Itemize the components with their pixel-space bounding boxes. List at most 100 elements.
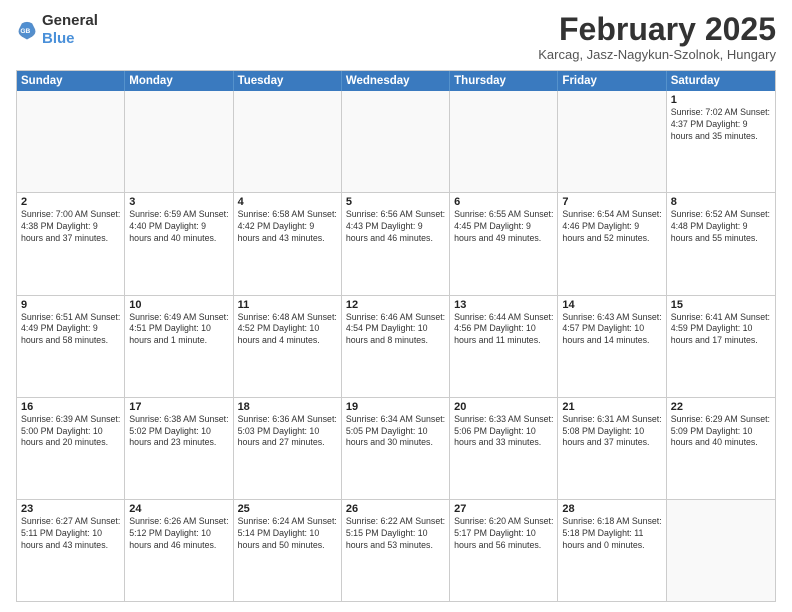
logo-blue: Blue <box>42 30 75 47</box>
day-number: 23 <box>21 503 120 515</box>
day-cell-12: 12Sunrise: 6:46 AM Sunset: 4:54 PM Dayli… <box>342 296 450 397</box>
day-info: Sunrise: 6:20 AM Sunset: 5:17 PM Dayligh… <box>454 516 553 552</box>
day-number: 19 <box>346 401 445 413</box>
day-info: Sunrise: 6:51 AM Sunset: 4:49 PM Dayligh… <box>21 312 120 348</box>
day-info: Sunrise: 6:41 AM Sunset: 4:59 PM Dayligh… <box>671 312 771 348</box>
day-info: Sunrise: 6:48 AM Sunset: 4:52 PM Dayligh… <box>238 312 337 348</box>
day-info: Sunrise: 6:44 AM Sunset: 4:56 PM Dayligh… <box>454 312 553 348</box>
calendar-header: SundayMondayTuesdayWednesdayThursdayFrid… <box>17 71 775 91</box>
day-number: 14 <box>562 299 661 311</box>
day-info: Sunrise: 6:27 AM Sunset: 5:11 PM Dayligh… <box>21 516 120 552</box>
day-number: 11 <box>238 299 337 311</box>
day-info: Sunrise: 6:31 AM Sunset: 5:08 PM Dayligh… <box>562 414 661 450</box>
empty-cell-0-1 <box>125 91 233 192</box>
day-cell-18: 18Sunrise: 6:36 AM Sunset: 5:03 PM Dayli… <box>234 398 342 499</box>
calendar-body: 1Sunrise: 7:02 AM Sunset: 4:37 PM Daylig… <box>17 91 775 601</box>
logo: GB General Blue <box>16 12 98 48</box>
day-info: Sunrise: 6:43 AM Sunset: 4:57 PM Dayligh… <box>562 312 661 348</box>
calendar: SundayMondayTuesdayWednesdayThursdayFrid… <box>16 70 776 602</box>
empty-cell-0-4 <box>450 91 558 192</box>
calendar-row-4: 16Sunrise: 6:39 AM Sunset: 5:00 PM Dayli… <box>17 397 775 499</box>
location: Karcag, Jasz-Nagykun-Szolnok, Hungary <box>538 47 776 62</box>
day-number: 13 <box>454 299 553 311</box>
day-cell-13: 13Sunrise: 6:44 AM Sunset: 4:56 PM Dayli… <box>450 296 558 397</box>
day-info: Sunrise: 6:38 AM Sunset: 5:02 PM Dayligh… <box>129 414 228 450</box>
logo-text: General Blue <box>42 12 98 48</box>
header-day-wednesday: Wednesday <box>342 71 450 91</box>
day-cell-24: 24Sunrise: 6:26 AM Sunset: 5:12 PM Dayli… <box>125 500 233 601</box>
logo-general: General <box>42 12 98 29</box>
day-info: Sunrise: 6:24 AM Sunset: 5:14 PM Dayligh… <box>238 516 337 552</box>
day-number: 17 <box>129 401 228 413</box>
empty-cell-0-5 <box>558 91 666 192</box>
calendar-row-2: 2Sunrise: 7:00 AM Sunset: 4:38 PM Daylig… <box>17 192 775 294</box>
header-day-thursday: Thursday <box>450 71 558 91</box>
day-info: Sunrise: 6:46 AM Sunset: 4:54 PM Dayligh… <box>346 312 445 348</box>
title-block: February 2025 Karcag, Jasz-Nagykun-Szoln… <box>538 12 776 62</box>
day-info: Sunrise: 7:02 AM Sunset: 4:37 PM Dayligh… <box>671 107 771 143</box>
day-info: Sunrise: 6:39 AM Sunset: 5:00 PM Dayligh… <box>21 414 120 450</box>
day-info: Sunrise: 6:36 AM Sunset: 5:03 PM Dayligh… <box>238 414 337 450</box>
day-number: 4 <box>238 196 337 208</box>
day-cell-22: 22Sunrise: 6:29 AM Sunset: 5:09 PM Dayli… <box>667 398 775 499</box>
day-number: 7 <box>562 196 661 208</box>
day-cell-4: 4Sunrise: 6:58 AM Sunset: 4:42 PM Daylig… <box>234 193 342 294</box>
day-info: Sunrise: 6:26 AM Sunset: 5:12 PM Dayligh… <box>129 516 228 552</box>
day-number: 20 <box>454 401 553 413</box>
day-cell-16: 16Sunrise: 6:39 AM Sunset: 5:00 PM Dayli… <box>17 398 125 499</box>
day-number: 21 <box>562 401 661 413</box>
day-cell-3: 3Sunrise: 6:59 AM Sunset: 4:40 PM Daylig… <box>125 193 233 294</box>
day-number: 26 <box>346 503 445 515</box>
calendar-row-1: 1Sunrise: 7:02 AM Sunset: 4:37 PM Daylig… <box>17 91 775 192</box>
day-cell-11: 11Sunrise: 6:48 AM Sunset: 4:52 PM Dayli… <box>234 296 342 397</box>
logo-icon: GB <box>16 19 38 41</box>
day-info: Sunrise: 6:59 AM Sunset: 4:40 PM Dayligh… <box>129 209 228 245</box>
day-number: 2 <box>21 196 120 208</box>
day-info: Sunrise: 6:54 AM Sunset: 4:46 PM Dayligh… <box>562 209 661 245</box>
day-number: 15 <box>671 299 771 311</box>
empty-cell-4-6 <box>667 500 775 601</box>
day-cell-7: 7Sunrise: 6:54 AM Sunset: 4:46 PM Daylig… <box>558 193 666 294</box>
day-cell-21: 21Sunrise: 6:31 AM Sunset: 5:08 PM Dayli… <box>558 398 666 499</box>
month-year: February 2025 <box>538 12 776 47</box>
header-day-tuesday: Tuesday <box>234 71 342 91</box>
day-cell-15: 15Sunrise: 6:41 AM Sunset: 4:59 PM Dayli… <box>667 296 775 397</box>
header-day-sunday: Sunday <box>17 71 125 91</box>
day-number: 1 <box>671 94 771 106</box>
day-number: 5 <box>346 196 445 208</box>
day-number: 28 <box>562 503 661 515</box>
day-number: 8 <box>671 196 771 208</box>
empty-cell-0-3 <box>342 91 450 192</box>
calendar-row-3: 9Sunrise: 6:51 AM Sunset: 4:49 PM Daylig… <box>17 295 775 397</box>
day-info: Sunrise: 6:56 AM Sunset: 4:43 PM Dayligh… <box>346 209 445 245</box>
day-number: 18 <box>238 401 337 413</box>
day-number: 27 <box>454 503 553 515</box>
day-info: Sunrise: 6:55 AM Sunset: 4:45 PM Dayligh… <box>454 209 553 245</box>
day-cell-26: 26Sunrise: 6:22 AM Sunset: 5:15 PM Dayli… <box>342 500 450 601</box>
svg-text:GB: GB <box>20 28 30 35</box>
day-info: Sunrise: 6:52 AM Sunset: 4:48 PM Dayligh… <box>671 209 771 245</box>
day-cell-28: 28Sunrise: 6:18 AM Sunset: 5:18 PM Dayli… <box>558 500 666 601</box>
empty-cell-0-0 <box>17 91 125 192</box>
header-day-saturday: Saturday <box>667 71 775 91</box>
day-info: Sunrise: 6:18 AM Sunset: 5:18 PM Dayligh… <box>562 516 661 552</box>
day-info: Sunrise: 6:29 AM Sunset: 5:09 PM Dayligh… <box>671 414 771 450</box>
day-info: Sunrise: 6:34 AM Sunset: 5:05 PM Dayligh… <box>346 414 445 450</box>
day-cell-5: 5Sunrise: 6:56 AM Sunset: 4:43 PM Daylig… <box>342 193 450 294</box>
day-number: 12 <box>346 299 445 311</box>
header-day-monday: Monday <box>125 71 233 91</box>
day-cell-10: 10Sunrise: 6:49 AM Sunset: 4:51 PM Dayli… <box>125 296 233 397</box>
calendar-row-5: 23Sunrise: 6:27 AM Sunset: 5:11 PM Dayli… <box>17 499 775 601</box>
day-number: 24 <box>129 503 228 515</box>
page: GB General Blue February 2025 Karcag, Ja… <box>0 0 792 612</box>
day-cell-17: 17Sunrise: 6:38 AM Sunset: 5:02 PM Dayli… <box>125 398 233 499</box>
day-info: Sunrise: 6:33 AM Sunset: 5:06 PM Dayligh… <box>454 414 553 450</box>
day-cell-25: 25Sunrise: 6:24 AM Sunset: 5:14 PM Dayli… <box>234 500 342 601</box>
header: GB General Blue February 2025 Karcag, Ja… <box>16 12 776 62</box>
day-cell-9: 9Sunrise: 6:51 AM Sunset: 4:49 PM Daylig… <box>17 296 125 397</box>
day-number: 22 <box>671 401 771 413</box>
day-cell-27: 27Sunrise: 6:20 AM Sunset: 5:17 PM Dayli… <box>450 500 558 601</box>
day-number: 9 <box>21 299 120 311</box>
day-cell-20: 20Sunrise: 6:33 AM Sunset: 5:06 PM Dayli… <box>450 398 558 499</box>
day-number: 6 <box>454 196 553 208</box>
